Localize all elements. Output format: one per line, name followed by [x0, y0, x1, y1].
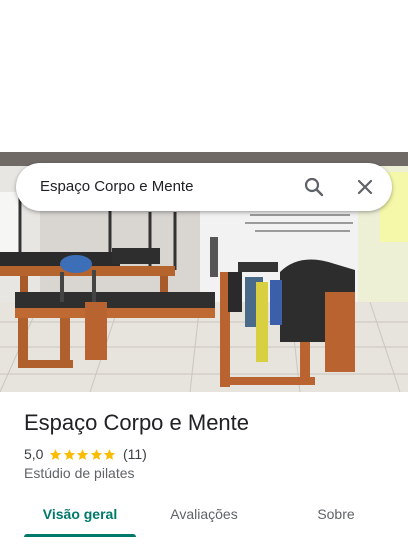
place-tabs: Visão geral Avaliações Sobre [0, 496, 408, 544]
star-icon [90, 448, 103, 460]
tab-about[interactable]: Sobre [280, 496, 392, 540]
search-icon[interactable] [302, 175, 326, 199]
map-blank-area [0, 0, 408, 152]
search-query[interactable]: Espaço Corpo e Mente [40, 163, 193, 211]
rating-value: 5,0 [24, 446, 44, 462]
place-info-panel: Espaço Corpo e Mente 5,0 (11) Estúdio de… [0, 392, 408, 544]
star-icon [104, 448, 116, 460]
search-bar[interactable]: Espaço Corpo e Mente [16, 163, 392, 211]
review-count[interactable]: (11) [123, 446, 147, 462]
close-icon[interactable] [353, 175, 377, 199]
place-category: Estúdio de pilates [24, 465, 135, 481]
star-icon [50, 448, 62, 460]
active-tab-indicator [24, 534, 136, 537]
star-icon [77, 448, 89, 460]
tab-reviews[interactable]: Avaliações [148, 496, 260, 540]
rating-row[interactable]: 5,0 (11) [24, 444, 147, 464]
star-icon [63, 448, 76, 460]
place-title: Espaço Corpo e Mente [24, 410, 250, 435]
star-rating [49, 448, 117, 461]
